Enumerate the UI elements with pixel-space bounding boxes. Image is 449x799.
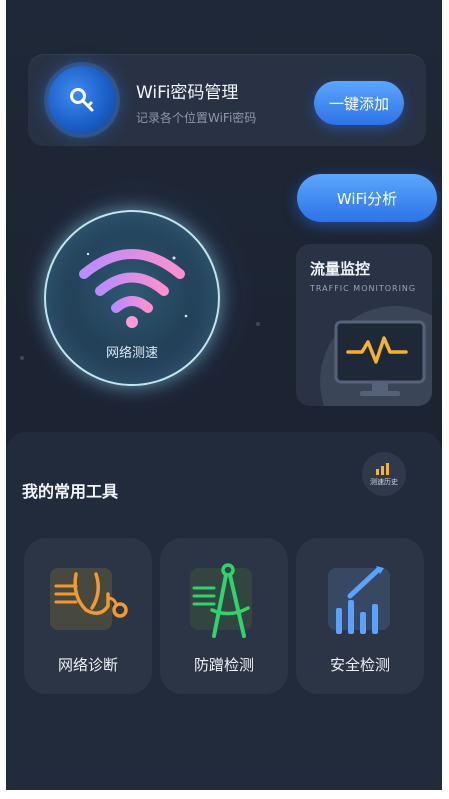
tool-anti-freeload-check[interactable]: 防蹭检测	[160, 538, 288, 694]
signal-bars-icon	[376, 463, 389, 475]
monitor-icon	[334, 320, 426, 396]
key-icon	[48, 66, 116, 134]
speed-history-button[interactable]: 测速历史	[362, 452, 406, 496]
bar-chart-icon	[328, 566, 390, 634]
stethoscope-icon	[50, 568, 128, 630]
wifi-password-title: WiFi密码管理	[136, 83, 239, 103]
app-screen: WiFi密码管理 记录各个位置WiFi密码 一键添加 WiFi分析 网络测速 流…	[6, 0, 442, 790]
wifi-password-card[interactable]: WiFi密码管理 记录各个位置WiFi密码 一键添加	[28, 54, 426, 146]
compass-icon	[190, 563, 252, 638]
decor-dot	[20, 356, 24, 360]
tools-panel: 我的常用工具 测速历史 网络诊断 防蹭检测 安全检测	[6, 432, 442, 790]
traffic-monitor-subtitle: TRAFFIC MONITORING	[310, 284, 417, 293]
wifi-analysis-button[interactable]: WiFi分析	[297, 174, 437, 222]
traffic-monitor-title: 流量监控	[310, 260, 371, 278]
traffic-monitor-card[interactable]: 流量监控 TRAFFIC MONITORING	[296, 244, 432, 406]
speed-test-label: 网络测速	[105, 346, 158, 361]
tool-label: 安全检测	[329, 656, 390, 674]
tool-label: 网络诊断	[57, 656, 118, 674]
decor-dot	[256, 322, 260, 326]
speed-test-button[interactable]: 网络测速	[44, 210, 220, 386]
tool-security-check[interactable]: 安全检测	[296, 538, 424, 694]
tools-title: 我的常用工具	[22, 482, 119, 501]
tool-network-diagnosis[interactable]: 网络诊断	[24, 538, 152, 694]
one-click-add-button[interactable]: 一键添加	[314, 81, 404, 125]
wifi-password-subtitle: 记录各个位置WiFi密码	[136, 111, 257, 125]
tool-label: 防蹭检测	[193, 656, 254, 674]
speed-history-label: 测速历史	[370, 478, 398, 486]
